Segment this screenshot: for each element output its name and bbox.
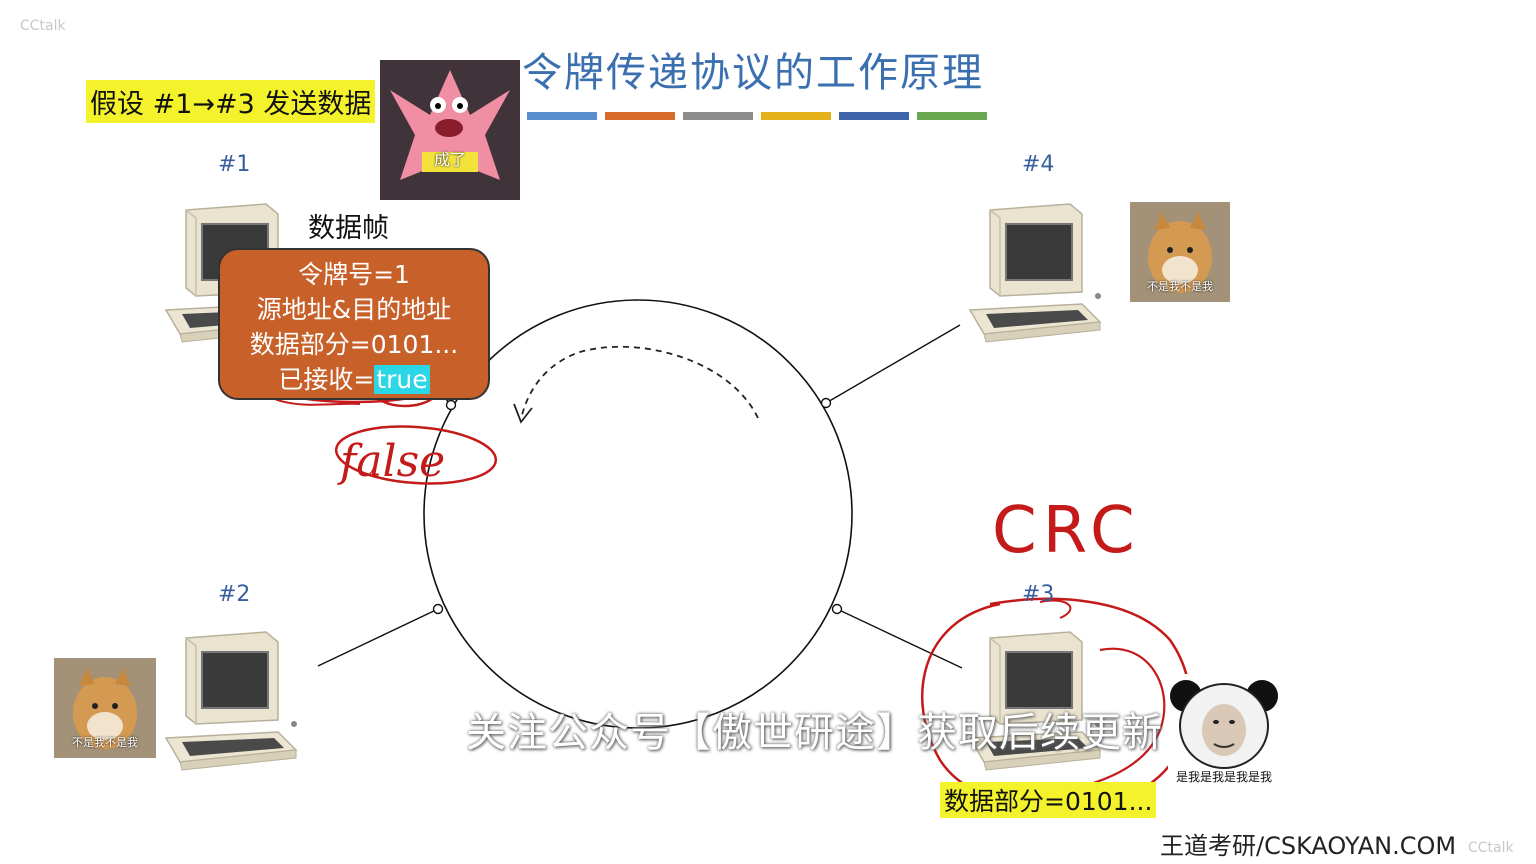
watermark-bottom: CCtalk <box>1468 840 1514 856</box>
node1-label: #1 <box>218 152 251 177</box>
brand-footer: 王道考研/CSKAOYAN.COM <box>1160 832 1457 860</box>
link-node3 <box>836 608 963 669</box>
doge-node2-caption: 不是我不是我 <box>72 736 138 749</box>
data-frame-box: 令牌号=1 源地址&目的地址 数据部分=0101... 已接收=true <box>218 248 490 400</box>
doge-meme-node4-image: 不是我不是我 <box>1130 202 1230 302</box>
handwritten-crc-text: CRC <box>992 494 1141 568</box>
link-node2 <box>317 608 439 667</box>
tap-node2 <box>432 603 444 615</box>
computer-node4-icon <box>969 203 1102 343</box>
tap-node3 <box>831 603 843 615</box>
frame-token: 令牌号=1 <box>298 260 410 289</box>
frame-received-label: 已接收= <box>278 365 375 394</box>
doge-meme-node2-image: 不是我不是我 <box>54 658 156 758</box>
frame-address: 源地址&目的地址 <box>256 295 452 324</box>
frame-data: 数据部分=0101... <box>249 330 459 359</box>
patrick-star-icon <box>380 60 520 200</box>
panda-meme-image: 是我是我是我是我 <box>1168 674 1280 786</box>
patrick-caption: 成了 <box>433 150 466 169</box>
frame-caption: 数据帧 <box>308 213 389 244</box>
doge-node4-caption: 不是我不是我 <box>1147 280 1213 293</box>
node3-data-label: 数据部分=0101... <box>940 782 1157 818</box>
handwritten-false-text: false <box>337 436 445 487</box>
tap-node4 <box>820 397 832 409</box>
node4-label: #4 <box>1022 152 1055 177</box>
node3-label: #3 <box>1022 582 1055 607</box>
panda-caption: 是我是我是我是我 <box>1175 770 1272 784</box>
subtitle-overlay: 关注公众号【傲世研途】获取后续更新 <box>466 710 1163 756</box>
patrick-meme-image: 成了 <box>380 60 520 200</box>
node2-label: #2 <box>218 582 251 607</box>
tap-node1 <box>445 399 457 411</box>
panda-face-icon <box>1170 680 1278 769</box>
computer-node2-icon <box>165 631 298 771</box>
token-direction-arrow <box>521 345 759 419</box>
link-node4 <box>825 324 961 404</box>
frame-received-value: true <box>374 365 430 394</box>
frame-received: 已接收=true <box>220 362 488 397</box>
